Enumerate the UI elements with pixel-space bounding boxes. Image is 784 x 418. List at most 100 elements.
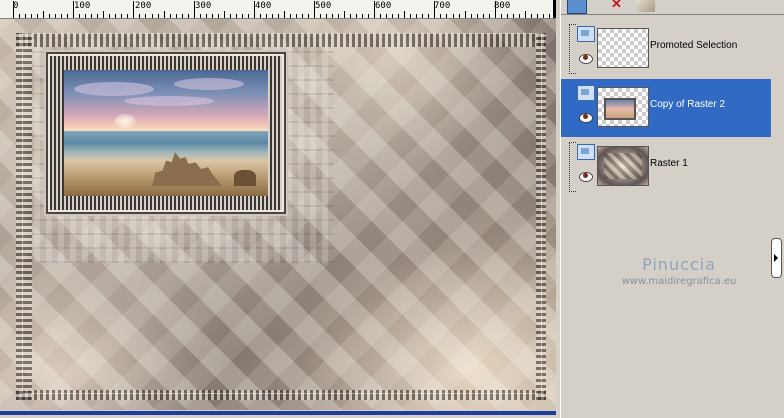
ruler-label: 700 (434, 1, 451, 11)
beach-photo (64, 70, 268, 196)
scrollbar-track[interactable] (0, 411, 556, 415)
layer-name: Copy of Raster 2 (650, 99, 726, 110)
ruler-label: 0 (13, 1, 19, 11)
ruler-tick (67, 14, 69, 18)
ruler-tick (259, 14, 261, 18)
ruler-tick (500, 14, 502, 18)
panel-expand-handle[interactable] (771, 238, 782, 278)
ruler-tick (356, 14, 358, 18)
ruler-tick (344, 11, 346, 18)
ruler-tick (25, 14, 26, 18)
ruler-label: 200 (135, 1, 152, 11)
ruler-tick (476, 14, 478, 18)
ruler-tick (295, 14, 297, 18)
ruler-tick (428, 14, 430, 18)
ruler-tick (205, 14, 207, 18)
visibility-eye-icon[interactable] (577, 52, 593, 64)
ruler-tick (386, 14, 388, 18)
horizontal-scrollbar[interactable] (0, 410, 556, 418)
ruler-tick (271, 14, 273, 18)
layer-row-promoted-selection[interactable]: Promoted Selection (561, 20, 771, 78)
ruler-tick (326, 14, 327, 18)
cloud (174, 78, 244, 90)
ruler-tick (548, 14, 550, 18)
ruler-tick (524, 11, 526, 18)
layers-toolbar (561, 0, 784, 15)
raster-layer-icon (577, 144, 595, 160)
ruler-tick (31, 14, 33, 18)
ruler-tick (470, 14, 472, 18)
ruler-tick (145, 14, 147, 18)
delete-layer-icon[interactable] (607, 0, 625, 12)
ruler-tick (235, 14, 237, 18)
ruler-tick (488, 14, 490, 18)
layer-styles-icon[interactable] (637, 0, 655, 12)
ruler-tick (289, 14, 291, 18)
ruler-label: 500 (315, 1, 332, 11)
watermark-title: Pinuccia (642, 255, 716, 274)
ruler-tick (151, 14, 153, 18)
ruler-tick (91, 14, 93, 18)
layers-panel: Promoted Selection Copy of Raster 2 Rast… (560, 0, 784, 418)
ruler-tick (169, 14, 171, 18)
ruler-tick (241, 14, 243, 18)
ruler-tick (61, 14, 63, 18)
ruler-tick (518, 14, 520, 18)
watermark-url: www.maidiregrafica.eu (621, 276, 737, 287)
ruler-tick (362, 14, 364, 18)
ruler-tick (19, 14, 20, 18)
ruler-tick (440, 14, 442, 18)
ruler-tick (512, 14, 514, 18)
ruler-tick (157, 14, 159, 18)
ruler-tick (121, 14, 123, 18)
new-layer-icon[interactable] (567, 0, 587, 14)
ruler-tick (416, 14, 418, 18)
ruler-tick (79, 14, 81, 18)
layer-thumbnail (597, 146, 649, 186)
ruler-end-marker (553, 0, 556, 18)
ruler-tick (55, 14, 57, 18)
group-link-line (569, 24, 576, 74)
ruler-tick (464, 11, 466, 18)
layer-row-copy-of-raster-2[interactable]: Copy of Raster 2 (561, 79, 771, 137)
sun (114, 114, 136, 128)
ruler-label: 600 (375, 1, 392, 11)
ruler-tick (277, 14, 279, 18)
ruler-tick (265, 14, 267, 18)
ruler-tick (350, 14, 352, 18)
ruler-tick (163, 11, 165, 18)
layer-row-raster-1[interactable]: Raster 1 (561, 138, 771, 196)
ruler-tick (97, 14, 99, 18)
image-canvas[interactable] (0, 19, 556, 410)
ruler-tick (85, 14, 87, 18)
photo-frame[interactable] (50, 56, 282, 210)
ruler-tick (229, 14, 231, 18)
ruler-tick (283, 11, 285, 18)
ruler-tick (43, 11, 45, 18)
sand-mound (234, 170, 256, 186)
ruler-label: 400 (255, 1, 272, 11)
ruler-label: 100 (74, 1, 91, 11)
layer-name: Promoted Selection (650, 40, 738, 51)
cloud (74, 82, 154, 96)
ruler-tick (320, 14, 321, 18)
ruler-tick (37, 14, 39, 18)
ruler-tick (446, 14, 448, 18)
horizontal-ruler: 0 100 200 300 400 500 600 700 800 (0, 0, 556, 19)
layer-thumbnail (597, 28, 649, 68)
ruler-tick (187, 14, 189, 18)
ruler-tick (181, 14, 183, 18)
visibility-eye-icon[interactable] (577, 170, 593, 182)
ruler-tick (392, 14, 394, 18)
ruler-tick (422, 14, 424, 18)
ruler-tick (308, 14, 309, 18)
visibility-eye-icon[interactable] (577, 111, 593, 123)
group-link-line (569, 142, 576, 192)
ruler-tick (452, 14, 454, 18)
ruler-tick (536, 14, 538, 18)
ruler-tick (398, 14, 400, 18)
ruler-tick (139, 14, 141, 18)
sand-castle (152, 152, 222, 186)
ruler-tick (302, 14, 303, 18)
ruler-tick (217, 14, 219, 18)
